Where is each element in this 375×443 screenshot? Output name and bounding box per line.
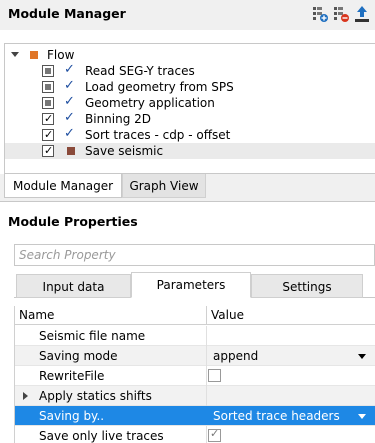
property-name: Save only live traces bbox=[39, 429, 164, 443]
enabled-check-icon: ✓ bbox=[64, 78, 75, 93]
property-row-apply-statics-shifts[interactable]: Apply statics shifts bbox=[15, 386, 375, 406]
flow-tree: Flow ✓ Read SEG-Y traces ✓ Load geometry… bbox=[4, 43, 375, 174]
tree-item-sort-traces[interactable]: ✓ ✓ Sort traces - cdp - offset bbox=[5, 126, 375, 143]
dropdown-arrow-icon[interactable] bbox=[358, 354, 366, 359]
dropdown-arrow-icon[interactable] bbox=[358, 414, 366, 419]
module-manager-header: Module Manager bbox=[0, 0, 375, 30]
property-name: Saving by.. bbox=[39, 409, 105, 423]
column-header-name[interactable]: Name bbox=[19, 308, 54, 322]
property-name: Seismic file name bbox=[39, 329, 146, 343]
check-icon: ✓ bbox=[44, 112, 54, 125]
enabled-check-icon: ✓ bbox=[64, 126, 75, 141]
properties-tabs: Input data Parameters Settings bbox=[14, 272, 375, 298]
collapse-arrow-icon[interactable] bbox=[11, 52, 19, 57]
tree-item-label: Save seismic bbox=[85, 144, 164, 158]
tab-settings[interactable]: Settings bbox=[251, 274, 363, 298]
header-toolbar bbox=[311, 5, 371, 23]
property-name: Saving mode bbox=[39, 349, 118, 363]
tree-item-label: Geometry application bbox=[85, 96, 215, 110]
save-only-live-traces-checkbox[interactable]: ✓ bbox=[208, 427, 221, 442]
cell-divider bbox=[206, 346, 207, 366]
tree-item-save-seismic[interactable]: ✓ Save seismic bbox=[5, 143, 375, 159]
property-grid: Name Value Seismic file name Saving mode… bbox=[14, 306, 375, 443]
property-name: RewriteFile bbox=[39, 369, 105, 383]
add-module-icon[interactable] bbox=[311, 5, 329, 23]
cell-divider bbox=[206, 426, 207, 443]
module-checkbox[interactable]: ✓ bbox=[42, 112, 54, 125]
module-properties-title: Module Properties bbox=[8, 214, 138, 229]
property-name: Apply statics shifts bbox=[39, 389, 152, 403]
property-row-saving-by[interactable]: Saving by.. Sorted trace headers bbox=[15, 406, 375, 426]
check-icon: ✓ bbox=[44, 128, 54, 141]
module-manager-title: Module Manager bbox=[8, 6, 126, 21]
saving-mode-select[interactable]: append bbox=[213, 349, 258, 363]
tree-item-read-segy[interactable]: ✓ Read SEG-Y traces bbox=[5, 62, 375, 79]
property-row-save-only-live-traces[interactable]: Save only live traces ✓ bbox=[15, 426, 375, 443]
enabled-check-icon: ✓ bbox=[64, 62, 75, 77]
tab-input-data[interactable]: Input data bbox=[16, 274, 131, 298]
tree-item-label: Read SEG-Y traces bbox=[85, 64, 195, 78]
remove-module-icon[interactable] bbox=[332, 5, 350, 23]
tree-item-label: Sort traces - cdp - offset bbox=[85, 128, 231, 142]
grid-header: Name Value bbox=[15, 306, 375, 325]
property-row-rewrite-file[interactable]: RewriteFile bbox=[15, 366, 375, 386]
saving-by-select[interactable]: Sorted trace headers bbox=[213, 409, 340, 423]
module-checkbox[interactable]: ✓ bbox=[42, 128, 54, 141]
save-module-icon bbox=[67, 147, 75, 155]
search-property-input[interactable]: Search Property bbox=[14, 244, 375, 266]
rewrite-file-checkbox[interactable] bbox=[208, 369, 221, 382]
tab-graph-view[interactable]: Graph View bbox=[122, 174, 206, 198]
check-icon: ✓ bbox=[210, 427, 220, 440]
tree-item-geometry-application[interactable]: ✓ Geometry application bbox=[5, 94, 375, 111]
tab-parameters[interactable]: Parameters bbox=[131, 272, 251, 298]
tree-root-label: Flow bbox=[47, 48, 75, 62]
property-row-saving-mode[interactable]: Saving mode append bbox=[15, 346, 375, 366]
cell-divider bbox=[206, 366, 207, 386]
upload-icon[interactable] bbox=[353, 5, 371, 23]
column-divider[interactable] bbox=[206, 306, 207, 325]
module-checkbox[interactable] bbox=[42, 97, 54, 109]
check-icon: ✓ bbox=[44, 144, 54, 157]
tree-item-label: Binning 2D bbox=[85, 112, 152, 126]
column-header-value[interactable]: Value bbox=[211, 308, 244, 322]
expand-arrow-icon[interactable] bbox=[23, 392, 28, 400]
enabled-check-icon: ✓ bbox=[64, 110, 75, 125]
panel-tabs: Module Manager Graph View bbox=[0, 174, 375, 202]
module-checkbox[interactable] bbox=[42, 81, 54, 93]
module-checkbox[interactable]: ✓ bbox=[42, 144, 54, 157]
module-checkbox[interactable] bbox=[42, 65, 54, 77]
cell-divider bbox=[206, 386, 207, 406]
tree-item-load-geometry[interactable]: ✓ Load geometry from SPS bbox=[5, 78, 375, 95]
tree-item-binning-2d[interactable]: ✓ ✓ Binning 2D bbox=[5, 110, 375, 127]
tree-item-label: Load geometry from SPS bbox=[85, 80, 234, 94]
property-row-seismic-file-name[interactable]: Seismic file name bbox=[15, 326, 375, 346]
enabled-check-icon: ✓ bbox=[64, 94, 75, 109]
flow-icon bbox=[30, 51, 38, 59]
tree-root-flow[interactable]: Flow bbox=[5, 47, 375, 63]
cell-divider bbox=[206, 326, 207, 346]
tab-module-manager[interactable]: Module Manager bbox=[4, 174, 122, 198]
